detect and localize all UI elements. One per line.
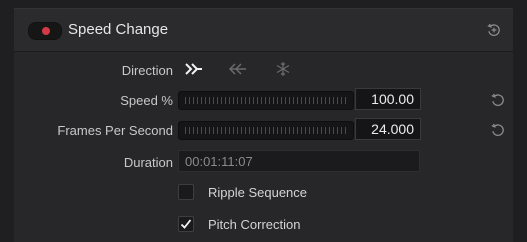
duration-label: Duration [123,155,173,170]
direction-label: Direction [121,63,173,78]
fps-label: Frames Per Second [57,123,173,138]
panel-header: Speed Change [14,9,513,52]
toggle-indicator [42,27,50,35]
speed-change-panel: Speed Change Direction Speed % 100.00 Fr… [14,8,513,242]
checkmark-icon [180,219,192,229]
speed-reset-icon[interactable] [489,91,507,109]
speed-label: Speed % [120,93,173,108]
ripple-sequence-checkbox[interactable] [178,184,194,200]
freeze-frame-icon[interactable] [271,59,295,79]
fps-value-field[interactable]: 24.000 [355,118,421,140]
pitch-correction-label: Pitch Correction [208,217,301,232]
fps-reset-icon[interactable] [489,121,507,139]
duration-field[interactable]: 00:01:11:07 [178,150,420,172]
speed-slider[interactable] [178,91,354,110]
ripple-sequence-label: Ripple Sequence [208,185,308,200]
panel-title: Speed Change [68,21,169,38]
reset-all-icon[interactable] [485,21,503,39]
pitch-correction-checkbox[interactable] [178,216,194,232]
enable-toggle[interactable] [28,22,62,40]
forward-direction-icon[interactable] [182,59,206,79]
reverse-direction-icon[interactable] [226,59,250,79]
speed-value-field[interactable]: 100.00 [355,88,421,110]
fps-slider[interactable] [178,121,354,140]
